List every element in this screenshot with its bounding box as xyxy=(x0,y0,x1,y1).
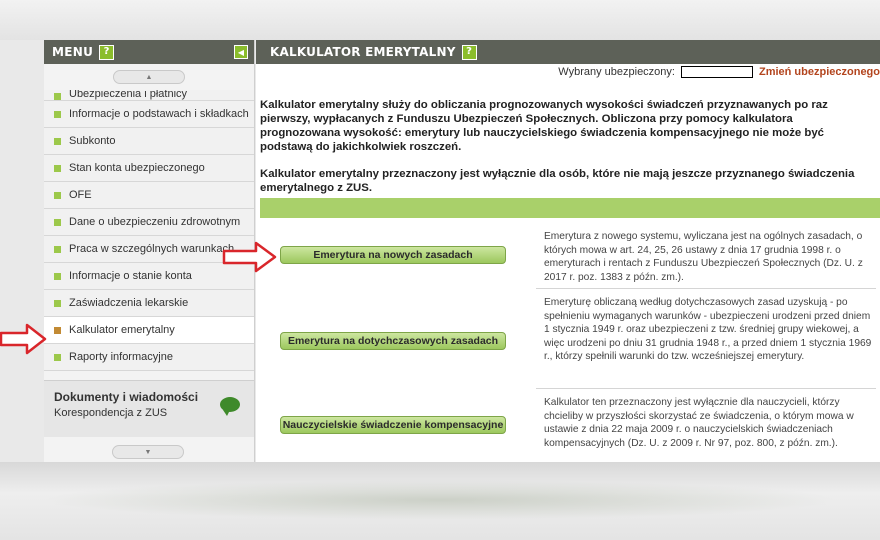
teacher-compensation-description: Kalkulator ten przeznaczony jest wyłączn… xyxy=(544,397,854,449)
menu-title: MENU xyxy=(52,45,94,59)
insured-bar: Wybrany ubezpieczony: Zmień ubezpieczone… xyxy=(558,66,880,78)
new-rules-pension-button[interactable]: Emerytura na nowych zasadach xyxy=(280,246,506,264)
documents-section[interactable]: Dokumenty i wiadomości Korespondencja z … xyxy=(44,380,254,437)
sidebar-item[interactable]: Raporty informacyjne xyxy=(44,344,254,371)
bullet-square-icon xyxy=(54,326,61,334)
bullet-square-icon xyxy=(54,245,61,253)
bullet-square-icon xyxy=(54,272,61,280)
help-icon[interactable]: ? xyxy=(461,44,477,60)
bullet-square-icon xyxy=(54,93,61,100)
old-rules-pension-button[interactable]: Emerytura na dotychczasowych zasadach xyxy=(280,332,506,350)
sidebar-item-label: Informacje o podstawach i składkach xyxy=(69,108,249,120)
blurred-bottom-frame xyxy=(0,462,880,540)
sidebar-item-label: Subkonto xyxy=(69,135,116,147)
bullet-square-icon xyxy=(54,191,61,199)
intro-paragraph-2: Kalkulator emerytalny przeznaczony jest … xyxy=(260,168,855,194)
section-divider-bar xyxy=(260,198,880,218)
new-rules-description: Emerytura z nowego systemu, wyliczana je… xyxy=(544,231,863,283)
bullet-square-icon xyxy=(54,299,61,307)
old-rules-description: Emeryturę obliczaną według dotychczasowy… xyxy=(544,297,872,363)
red-arrow-icon xyxy=(222,241,277,273)
sidebar-item-label: OFE xyxy=(69,189,92,201)
correspondence-link[interactable]: Korespondencja z ZUS xyxy=(54,407,167,419)
sidebar-item-label: Informacje o stanie konta xyxy=(69,270,192,282)
sidebar-item[interactable]: Informacje o podstawach i składkach xyxy=(44,101,254,128)
page-title-text: KALKULATOR EMERYTALNY xyxy=(270,45,456,59)
bullet-square-icon xyxy=(54,218,61,226)
bullet-square-icon xyxy=(54,137,61,145)
sidebar-item[interactable]: Subkonto xyxy=(44,128,254,155)
bullet-square-icon xyxy=(54,353,61,361)
scroll-down-button[interactable]: ▼ xyxy=(112,445,184,459)
sidebar-item[interactable]: Stan konta ubezpieczonego xyxy=(44,155,254,182)
sidebar-item[interactable]: Zaświadczenia lekarskie xyxy=(44,290,254,317)
documents-title: Dokumenty i wiadomości xyxy=(54,390,199,404)
red-arrow-icon xyxy=(0,323,47,355)
change-insured-link[interactable]: Zmień ubezpieczonego xyxy=(759,66,880,78)
teacher-compensation-button[interactable]: Nauczycielskie świadczenie kompensacyjne xyxy=(280,416,506,434)
sidebar-item[interactable]: OFE xyxy=(44,182,254,209)
sidebar-item-label: Ubezpieczenia i płatnicy xyxy=(69,90,188,100)
bullet-square-icon xyxy=(54,110,61,118)
sidebar-item-label: Praca w szczególnych warunkach xyxy=(69,243,235,255)
sidebar-item-label: Zaświadczenia lekarskie xyxy=(69,297,189,309)
insured-name-redacted xyxy=(680,66,753,78)
row-separator xyxy=(536,388,876,389)
bullet-square-icon xyxy=(54,164,61,172)
main-header: KALKULATOR EMERYTALNY ? xyxy=(256,40,880,64)
sidebar-item-label: Raporty informacyjne xyxy=(69,351,173,363)
sidebar-item[interactable]: Kalkulator emerytalny xyxy=(44,317,254,344)
help-icon[interactable]: ? xyxy=(99,44,115,60)
sidebar-menu: Ubezpieczenia i płatnicy Informacje o pod… xyxy=(44,90,254,371)
insured-label: Wybrany ubezpieczony: xyxy=(558,66,675,78)
intro-text: Kalkulator emerytalny służy do obliczani… xyxy=(260,98,874,208)
sidebar-item-label: Stan konta ubezpieczonego xyxy=(69,162,205,174)
sidebar-item[interactable]: Ubezpieczenia i płatnicy xyxy=(44,90,254,101)
row-separator xyxy=(536,288,876,289)
intro-paragraph-1: Kalkulator emerytalny służy do obliczani… xyxy=(260,99,828,153)
page-title: KALKULATOR EMERYTALNY ? xyxy=(270,44,477,60)
sidebar-title: MENU ? xyxy=(52,44,115,60)
collapse-icon[interactable]: ◀ xyxy=(234,45,248,59)
sidebar-item[interactable]: Dane o ubezpieczeniu zdrowotnym xyxy=(44,209,254,236)
main-panel: KALKULATOR EMERYTALNY ? Wybrany ubezpiec… xyxy=(256,40,880,462)
scroll-up-button[interactable]: ▲ xyxy=(113,70,185,84)
sidebar-item-label: Dane o ubezpieczeniu zdrowotnym xyxy=(69,216,241,228)
sidebar-header: MENU ? ◀ xyxy=(44,40,254,64)
blurred-top-frame xyxy=(0,0,880,40)
sidebar-item-label: Kalkulator emerytalny xyxy=(69,324,175,336)
message-bubble-icon xyxy=(220,397,240,416)
